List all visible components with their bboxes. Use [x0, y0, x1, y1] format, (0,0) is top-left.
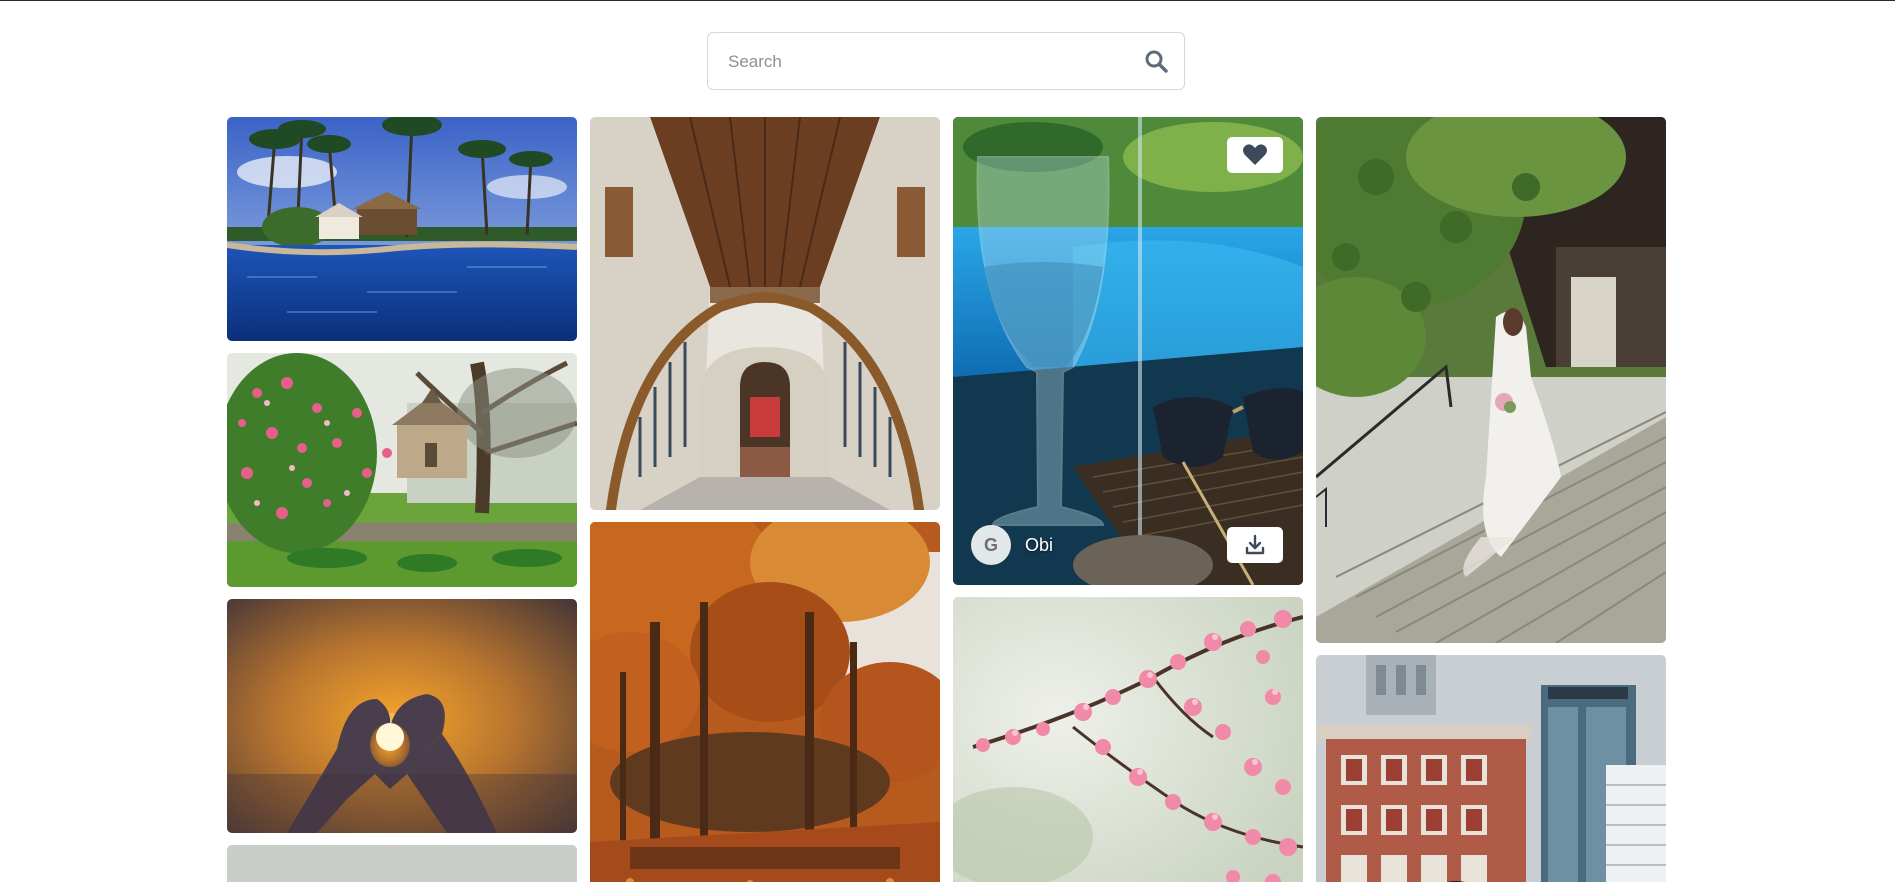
- like-button[interactable]: [1227, 137, 1283, 173]
- photo-cherry-blossom[interactable]: [953, 597, 1303, 882]
- google-g-icon: G: [971, 525, 1011, 565]
- search-bar: [707, 32, 1185, 91]
- photo-gallery: G Obi: [227, 117, 1668, 882]
- svg-text:G: G: [984, 535, 998, 555]
- download-button[interactable]: [1227, 527, 1283, 563]
- photo-heart-hands-sunset[interactable]: [227, 599, 577, 833]
- photo-misty[interactable]: [227, 845, 577, 882]
- search-input[interactable]: [726, 33, 1110, 91]
- download-icon: [1244, 534, 1266, 556]
- photo-author[interactable]: G Obi: [971, 525, 1053, 565]
- photo-grand-staircase[interactable]: [590, 117, 940, 510]
- photo-city-buildings[interactable]: [1316, 655, 1666, 882]
- heart-icon: [1242, 143, 1268, 167]
- search-icon[interactable]: [1144, 49, 1168, 73]
- photo-bride-on-stairs[interactable]: [1316, 117, 1666, 643]
- photo-garden-church[interactable]: [227, 353, 577, 587]
- photo-wine-glass-sunglasses[interactable]: G Obi: [953, 117, 1303, 585]
- top-border: [0, 0, 1895, 1]
- photo-autumn-forest[interactable]: [590, 522, 940, 882]
- author-name: Obi: [1025, 534, 1054, 555]
- photo-resort-pool[interactable]: [227, 117, 577, 341]
